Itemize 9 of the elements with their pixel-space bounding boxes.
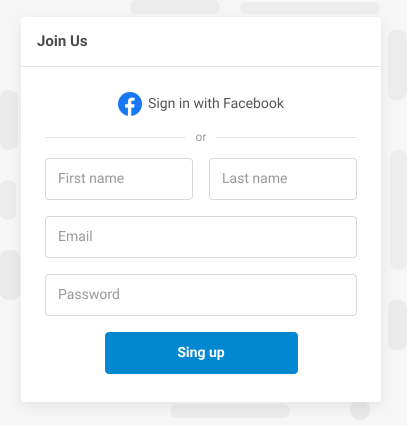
input-field[interactable]: Password (45, 274, 357, 316)
divider-label: or (196, 129, 206, 146)
input-field[interactable]: First name (45, 158, 193, 200)
sign-up-button[interactable]: Sing up (104, 332, 298, 374)
input-field[interactable]: Last name (209, 158, 357, 200)
card-title: Join Us (37, 31, 88, 52)
facebook-icon (118, 92, 142, 116)
facebook-sign-in-button[interactable]: Sign in with Facebook (118, 91, 284, 117)
input-field[interactable]: Email (45, 216, 357, 258)
